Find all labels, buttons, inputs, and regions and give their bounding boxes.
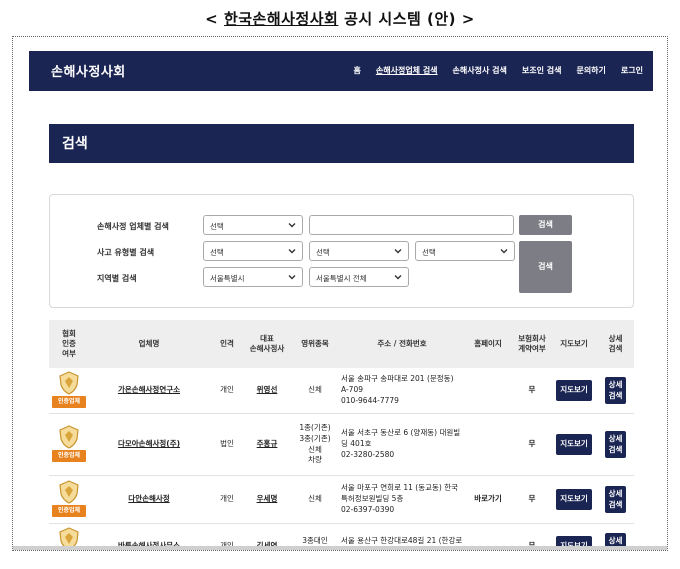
company-search-button[interactable]: 검색: [519, 215, 572, 235]
select-accident-type-2-value: 선택: [316, 248, 330, 257]
company-name-link[interactable]: 다안손해사정: [128, 494, 169, 505]
label-company-search: 손해사정 업체별 검색: [97, 222, 169, 231]
horizontal-scrollbar[interactable]: [13, 546, 667, 550]
document-caption: < 한국손해사정사회 공시 시스템 (안) >: [0, 8, 680, 29]
search-banner: 검색: [49, 124, 634, 163]
table-header: 협회 인증 여부 업체명 인격 대표 손해사정사 영위종목 주소 / 전화번호 …: [49, 320, 634, 368]
detail-search-button[interactable]: 상세 검색: [604, 486, 627, 513]
cert-badge-cell: 인증업체: [49, 476, 89, 523]
label-accident-type: 사고 유형별 검색: [97, 248, 155, 257]
homepage-link[interactable]: [463, 414, 513, 475]
business-items: 신체: [308, 494, 322, 504]
detail-search-button[interactable]: 상세 검색: [604, 377, 627, 404]
company-name-input[interactable]: [309, 215, 514, 235]
nav-home[interactable]: 홈: [354, 65, 361, 76]
caption-brand: 한국손해사정사회: [223, 10, 339, 28]
top-navigation-bar: 손해사정사회 홈 손해사정업체 검색 손해사정사 검색 보조인 검색 문의하기 …: [29, 51, 653, 91]
chevron-down-icon: [500, 249, 508, 254]
select-accident-type-1[interactable]: 선택: [203, 241, 303, 261]
select-company-value: 선택: [210, 222, 224, 231]
company-type: 개인: [220, 494, 234, 504]
nav-company-search[interactable]: 손해사정업체 검색: [376, 65, 438, 76]
type-region-search-button[interactable]: 검색: [519, 241, 572, 293]
th-representative: 대표 손해사정사: [249, 334, 285, 353]
th-type: 인격: [220, 339, 234, 349]
certified-label: 인증업체: [52, 449, 86, 462]
representative-link[interactable]: 주홍규: [257, 439, 278, 450]
select-accident-type-3[interactable]: 선택: [415, 241, 515, 261]
mockup-frame: 손해사정사회 홈 손해사정업체 검색 손해사정사 검색 보조인 검색 문의하기 …: [12, 36, 668, 551]
nav-adjuster-search[interactable]: 손해사정사 검색: [453, 65, 507, 76]
site-logo[interactable]: 손해사정사회: [51, 61, 126, 80]
caption-rest: 공시 시스템 (안) >: [338, 10, 475, 28]
company-type: 개인: [220, 385, 234, 395]
table-row: 인증업체 다안손해사정 개인 우세명 신체 서울 마포구 연희로 11 (동교동…: [49, 476, 634, 524]
select-district-value: 서울특별시 전체: [316, 274, 367, 283]
shield-crest-icon: [59, 370, 79, 395]
th-map: 지도보기: [560, 339, 588, 349]
select-accident-type-2[interactable]: 선택: [309, 241, 409, 261]
th-detail: 상세 검색: [608, 334, 623, 353]
nav-inquiry[interactable]: 문의하기: [576, 65, 605, 76]
nav-assistant-search[interactable]: 보조인 검색: [522, 65, 562, 76]
map-view-button[interactable]: 지도보기: [556, 380, 592, 401]
table-row: 인증업체 다모아손해사정(주) 법인 주홍규 1종(기존) 3종(기존) 신체 …: [49, 414, 634, 476]
chevron-down-icon: [288, 275, 296, 280]
company-name-link[interactable]: 다모아손해사정(주): [118, 439, 180, 450]
main-nav: 홈 손해사정업체 검색 손해사정사 검색 보조인 검색 문의하기 로그인: [339, 65, 644, 76]
cert-badge-cell: 인증업체: [49, 368, 89, 413]
search-panel: 손해사정 업체별 검색 선택 검색 사고 유형별 검색 선택 선택 선택 검색 …: [49, 194, 634, 308]
chevron-down-icon: [288, 249, 296, 254]
select-accident-type-3-value: 선택: [422, 248, 436, 257]
th-insurer-contract: 보험회사 계약여부: [518, 334, 546, 353]
chevron-down-icon: [394, 275, 402, 280]
homepage-link[interactable]: 바로가기: [463, 476, 513, 523]
table-row: 인증업체 가온손해사정연구소 개인 위영선 신체 서울 송파구 송파대로 201…: [49, 368, 634, 414]
certified-label: 인증업체: [52, 395, 86, 408]
insurer-contract: 무: [528, 494, 536, 504]
insurer-contract: 무: [528, 439, 536, 449]
select-region-value: 서울특별시: [210, 274, 245, 283]
results-table: 협회 인증 여부 업체명 인격 대표 손해사정사 영위종목 주소 / 전화번호 …: [49, 320, 634, 550]
search-title: 검색: [62, 136, 88, 152]
cert-badge-cell: 인증업체: [49, 414, 89, 475]
address-phone: 서울 송파구 송파대로 201 (문정동) A-709 010-9644-777…: [341, 374, 454, 405]
representative-link[interactable]: 우세명: [257, 494, 278, 505]
company-type: 법인: [220, 439, 234, 449]
detail-search-button[interactable]: 상세 검색: [604, 431, 627, 458]
select-region[interactable]: 서울특별시: [203, 267, 303, 287]
insurer-contract: 무: [528, 385, 536, 395]
business-items: 신체: [308, 385, 322, 395]
th-address-phone: 주소 / 전화번호: [377, 339, 427, 349]
certified-badge: 인증업체: [50, 424, 88, 465]
th-business-items: 영위종목: [301, 339, 329, 349]
chevron-down-icon: [394, 249, 402, 254]
map-view-button[interactable]: 지도보기: [556, 434, 592, 455]
shield-crest-icon: [59, 479, 79, 504]
company-name-link[interactable]: 가온손해사정연구소: [118, 385, 180, 396]
certified-label: 인증업체: [52, 504, 86, 517]
select-company[interactable]: 선택: [203, 215, 303, 235]
homepage-link[interactable]: [463, 368, 513, 413]
address-phone: 서울 서초구 동산로 6 (양재동) 대원빌 딩 401호 02-3280-25…: [341, 428, 461, 459]
th-homepage: 홈페이지: [474, 339, 502, 349]
map-view-button[interactable]: 지도보기: [556, 489, 592, 510]
certified-badge: 인증업체: [50, 479, 88, 520]
chevron-down-icon: [288, 223, 296, 228]
certified-badge: 인증업체: [50, 370, 88, 411]
select-district[interactable]: 서울특별시 전체: [309, 267, 409, 287]
address-phone: 서울 마포구 연희로 11 (동교동) 한국 특허정보원빌딩 5층 02-639…: [341, 483, 459, 514]
representative-link[interactable]: 위영선: [257, 385, 278, 396]
caption-prefix: <: [205, 10, 224, 28]
shield-crest-icon: [59, 424, 79, 449]
select-accident-type-1-value: 선택: [210, 248, 224, 257]
th-company-name: 업체명: [138, 339, 160, 349]
th-certified: 협회 인증 여부: [62, 329, 76, 358]
business-items: 1종(기존) 3종(기존) 신체 차량: [299, 422, 331, 465]
nav-login[interactable]: 로그인: [621, 65, 643, 76]
label-region: 지역별 검색: [97, 274, 137, 283]
